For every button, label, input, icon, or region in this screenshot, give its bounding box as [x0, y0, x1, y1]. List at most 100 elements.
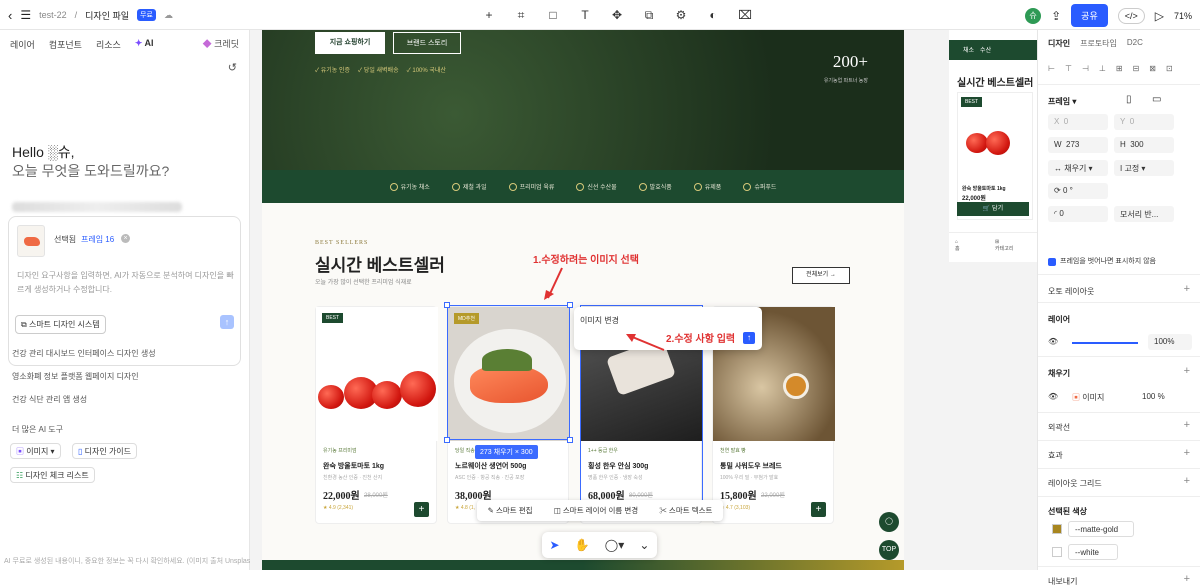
add-auto-layout-icon[interactable]: + [1184, 283, 1190, 295]
plugin-icon[interactable]: ⚙ [670, 6, 692, 24]
suggestion-item[interactable]: 영소화폐 정보 플랫폼 웹페이지 디자인 [12, 371, 139, 382]
brand-story-button[interactable]: 브랜드 스토리 [393, 32, 461, 54]
play-icon[interactable]: ▷ [1155, 9, 1164, 23]
color-swatch-matte-gold[interactable] [1052, 524, 1062, 534]
add-icon[interactable]: + [478, 6, 500, 24]
tab-layers[interactable]: 레이어 [10, 38, 35, 51]
y-field[interactable]: Y 0 [1114, 114, 1174, 130]
portrait-icon[interactable]: ▯ [1126, 94, 1132, 105]
color-token[interactable]: --matte-gold [1068, 521, 1134, 537]
back-icon[interactable]: ‹ [8, 8, 12, 23]
add-export-icon[interactable]: + [1184, 573, 1190, 585]
edit-send-button[interactable]: ↑ [743, 332, 755, 344]
fill-type[interactable]: ▣ 이미지 [1072, 392, 1104, 403]
send-button[interactable]: ↑ [220, 315, 234, 329]
collapse-icon[interactable]: ⌄ [639, 538, 649, 552]
height-mode-select[interactable]: I 고정 ▾ [1114, 160, 1174, 176]
component-icon[interactable]: ✥ [606, 6, 628, 24]
remove-selection-icon[interactable]: × [121, 234, 130, 243]
tab-design[interactable]: 디자인 [1048, 38, 1070, 49]
product-card[interactable]: BEST 유기농 프리미엄 완숙 방울토마토 1kg 친환경 농산 인증 · 진… [315, 306, 438, 524]
mobile-product-card[interactable]: BEST 완숙 방울토마토 1kg 22,000원 [957, 92, 1033, 220]
mask-icon[interactable]: ◐ [702, 6, 724, 24]
corner-select[interactable]: 모서리 반... [1114, 206, 1174, 222]
mobile-nav-category[interactable]: ⊞ 카테고리 [995, 239, 1013, 252]
suggestion-item[interactable]: 건강 관리 대시보드 인터페이스 디자인 생성 [12, 348, 156, 359]
pointer-icon[interactable]: ➤ [550, 538, 560, 552]
crop-icon[interactable]: ⌧ [734, 6, 756, 24]
x-field[interactable]: X 0 [1048, 114, 1108, 130]
ai-chat-box[interactable]: 선택됨 프레임 16 × 디자인 요구사항을 입력하면, AI가 자동으로 분석… [8, 216, 241, 366]
zoom-level[interactable]: 71% [1174, 11, 1192, 21]
add-grid-icon[interactable]: + [1184, 475, 1190, 487]
hand-icon[interactable]: ✋ [575, 538, 590, 552]
clip-checkbox[interactable] [1048, 258, 1056, 266]
add-effect-icon[interactable]: + [1184, 447, 1190, 459]
smart-text-button[interactable]: ✂ 스마트 텍스트 [659, 505, 712, 516]
code-mode-button[interactable]: </> [1117, 7, 1145, 24]
category-item[interactable]: 슈퍼푸드 [743, 182, 776, 191]
width-field[interactable]: W 273 [1048, 137, 1108, 153]
resize-handle[interactable] [567, 437, 573, 443]
tab-resources[interactable]: 리소스 [96, 38, 121, 51]
history-icon[interactable]: ↺ [228, 61, 237, 74]
color-swatch-white[interactable] [1052, 547, 1062, 557]
comment-icon[interactable]: ◯▾ [605, 538, 624, 552]
tab-ai[interactable]: ✦ AI [135, 38, 154, 51]
export-icon[interactable]: ⇪ [1051, 9, 1061, 23]
smart-design-system-button[interactable]: ⧉ 스마트 디자인 시스템 [15, 315, 106, 334]
add-fill-icon[interactable]: + [1184, 365, 1190, 377]
frame-tool-icon[interactable]: ⌗ [510, 6, 532, 24]
resize-handle[interactable] [444, 302, 450, 308]
design-guide-chip[interactable]: ▯ 디자인 가이드 [72, 443, 138, 459]
design-checklist-chip[interactable]: ☷ 디자인 체크 리스트 [10, 467, 95, 483]
text-tool-icon[interactable]: T [574, 6, 596, 24]
category-item[interactable]: 제철 과일 [451, 182, 487, 191]
mobile-add-button[interactable]: 🛒 담기 [957, 202, 1029, 216]
category-item[interactable]: 유제품 [693, 182, 721, 191]
smart-rename-button[interactable]: ◫ 스마트 레이어 이름 변경 [554, 505, 638, 516]
category-item[interactable]: 발효식품 [638, 182, 672, 191]
height-field[interactable]: H 300 [1114, 137, 1174, 153]
file-name[interactable]: 디자인 파일 [85, 9, 129, 22]
edit-input[interactable]: 이미지 변경 [580, 315, 619, 326]
product-image[interactable] [316, 307, 438, 441]
tab-d2c[interactable]: D2C [1127, 38, 1143, 49]
smart-edit-button[interactable]: ✎ 스마트 편집 [488, 505, 533, 516]
radius-field[interactable]: ◜ 0 [1048, 206, 1108, 222]
view-all-button[interactable]: 전체보기 → [792, 267, 850, 284]
opacity-field[interactable]: 100% [1148, 334, 1192, 350]
mobile-frame[interactable]: 채소 수산 실시간 베스트셀러 BEST 완숙 방울토마토 1kg 22,000… [949, 30, 1037, 262]
resize-handle[interactable] [444, 437, 450, 443]
avatar[interactable]: 슈 [1025, 7, 1042, 24]
opacity-slider[interactable] [1072, 342, 1138, 344]
color-token[interactable]: --white [1068, 544, 1118, 560]
credit-button[interactable]: ◆ 크레딧 [203, 37, 239, 50]
chat-input[interactable]: 디자인 요구사항을 입력하면, AI가 자동으로 분석하여 디자인을 빠르게 생… [17, 269, 235, 297]
category-item[interactable]: 프리미엄 육류 [508, 182, 554, 191]
project-name[interactable]: test-22 [39, 10, 67, 20]
fill-visibility-icon[interactable]: 👁 [1048, 392, 1058, 401]
category-item[interactable]: 신선 수산물 [576, 182, 617, 191]
add-to-cart-button[interactable]: + [414, 502, 429, 517]
suggestion-item[interactable]: 건강 식단 관리 앱 생성 [12, 394, 87, 405]
rotation-field[interactable]: ⟳ 0 ° [1048, 183, 1108, 199]
add-to-cart-button[interactable]: + [811, 502, 826, 517]
mobile-nav-home[interactable]: ⌂ 홈 [955, 239, 960, 252]
visibility-icon[interactable]: 👁 [1048, 337, 1058, 346]
width-mode-select[interactable]: ↔ 채우기 ▾ [1048, 160, 1108, 176]
menu-icon[interactable]: ☰ [20, 8, 31, 22]
shop-now-button[interactable]: 지금 쇼핑하기 [315, 32, 385, 54]
tab-components[interactable]: 컴포넌트 [49, 38, 82, 51]
tab-prototype[interactable]: 프로토타입 [1080, 38, 1117, 49]
boolean-icon[interactable]: ⧉ [638, 6, 660, 24]
chat-fab[interactable]: ◯ [879, 512, 899, 532]
top-fab[interactable]: TOP [879, 540, 899, 560]
selection-outline[interactable] [447, 305, 570, 440]
shape-tool-icon[interactable]: □ [542, 6, 564, 24]
landscape-icon[interactable]: ▭ [1152, 94, 1161, 105]
add-stroke-icon[interactable]: + [1184, 419, 1190, 431]
frame-label[interactable]: 프레임 ▾ [1048, 96, 1076, 107]
image-chip[interactable]: ▣ 이미지 ▾ [10, 443, 61, 459]
category-item[interactable]: 유기농 채소 [389, 182, 430, 191]
